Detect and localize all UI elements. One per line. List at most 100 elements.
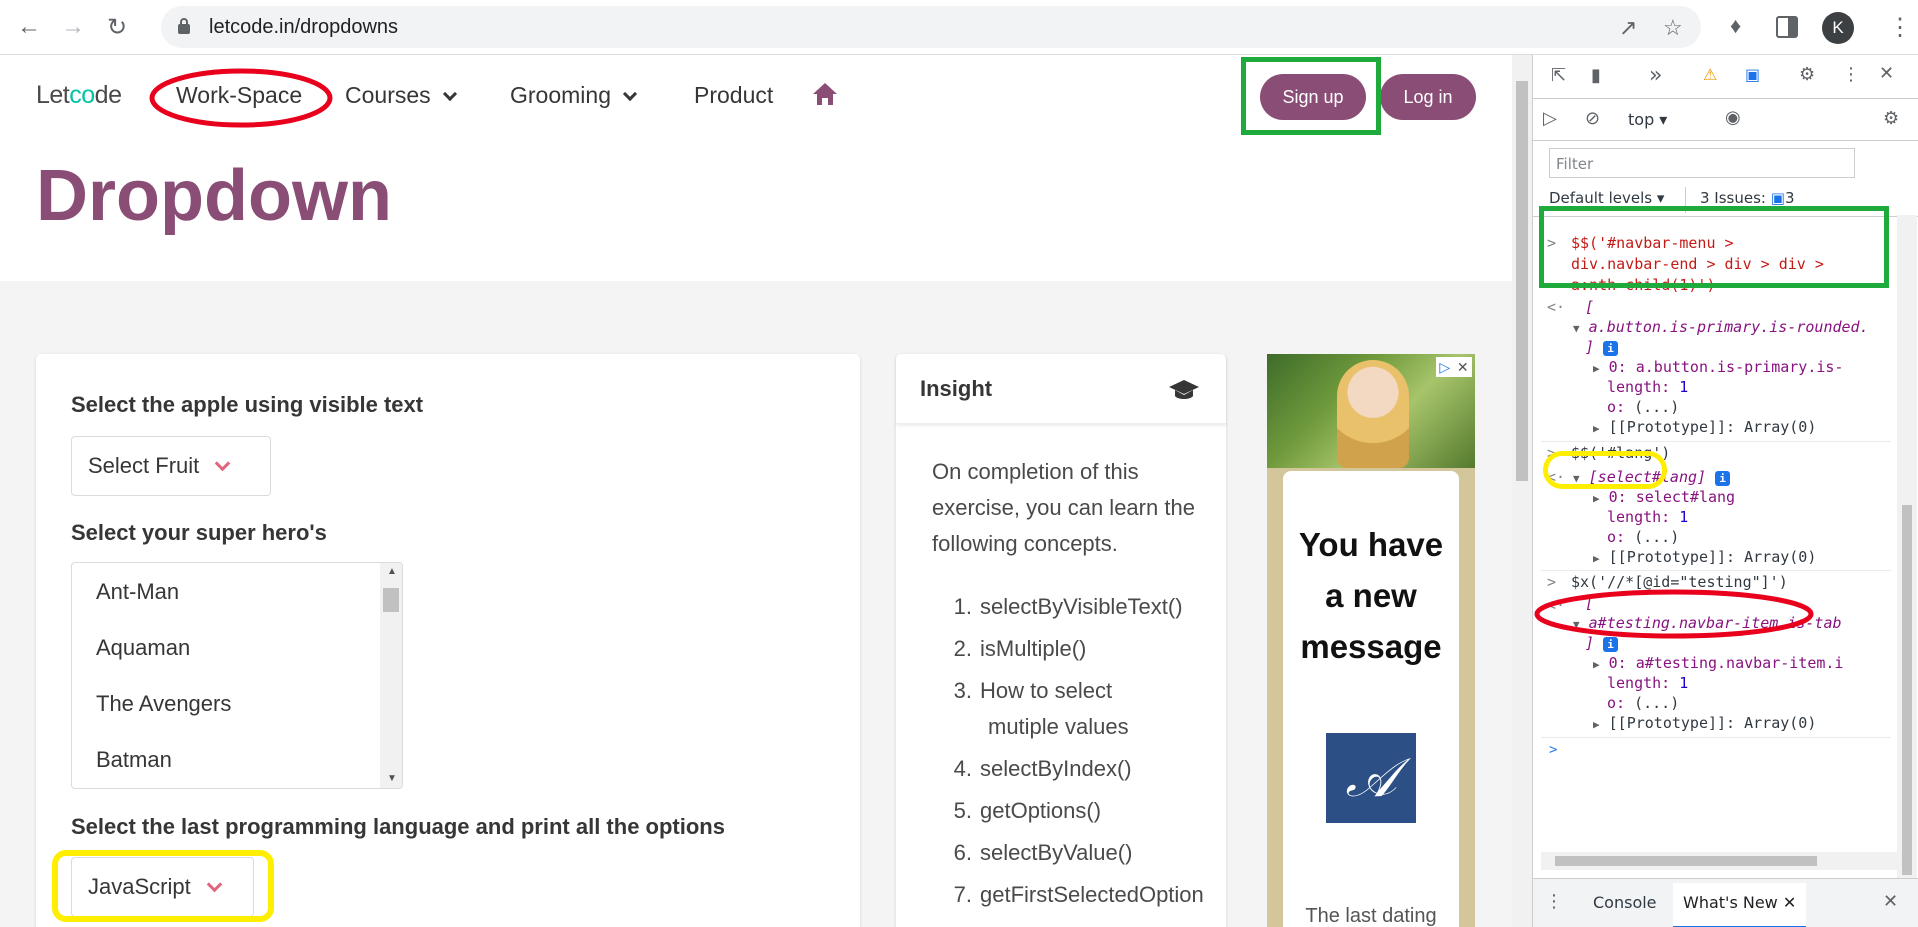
output-chevron-icon: <· — [1547, 468, 1566, 486]
graduation-cap-icon — [1169, 380, 1199, 399]
result-item[interactable]: ▶ 0: select#lang — [1593, 487, 1735, 509]
close-icon[interactable]: ✕ — [1879, 63, 1894, 84]
hero-label: Select your super hero's — [71, 520, 327, 545]
superhero-multiselect[interactable]: Ant-Man Aquaman The Avengers Batman ▲ ▼ — [71, 562, 403, 789]
ad-headline: You have a new message — [1298, 526, 1444, 665]
console-filter-input[interactable]: Filter — [1549, 148, 1855, 178]
result-bracket: [ — [1585, 594, 1595, 612]
concept-item: 3. How to select — [953, 678, 1113, 703]
result-getter[interactable]: o: (...) — [1607, 527, 1679, 547]
warning-icon[interactable]: ⚠ — [1703, 65, 1717, 84]
ad-teaser: The last dating — [1305, 905, 1437, 927]
home-icon[interactable] — [811, 81, 839, 107]
chevron-down-icon — [214, 455, 231, 471]
result-item[interactable]: ▶ 0: a#testing.navbar-item.i — [1593, 653, 1843, 675]
back-arrow-icon[interactable]: ← — [14, 12, 44, 42]
result-bracket: [ — [1585, 298, 1595, 316]
profile-avatar[interactable]: K — [1822, 12, 1854, 44]
log-in-button[interactable]: Log in — [1380, 74, 1476, 120]
console-prompt[interactable]: > — [1549, 740, 1557, 760]
result-expander[interactable]: ▼ a#testing.navbar-item.is-tab — [1573, 613, 1842, 635]
more-menu-icon[interactable]: ⋮ — [1888, 13, 1912, 42]
device-toolbar-icon[interactable]: ▮ — [1591, 65, 1601, 86]
extensions-icon[interactable]: ♦ — [1730, 13, 1741, 39]
star-icon[interactable]: ☆ — [1663, 15, 1683, 41]
concept-item: 5. getOptions() — [953, 798, 1102, 823]
output-chevron-icon: <· — [1547, 298, 1566, 316]
messages-icon[interactable]: ▣ — [1745, 65, 1760, 84]
result-length: length: 1 — [1607, 378, 1689, 396]
insight-card: Insight On completion of this exercise, … — [896, 354, 1226, 927]
result-getter[interactable]: o: (...) — [1607, 693, 1679, 713]
scrollbar-thumb[interactable] — [383, 588, 399, 612]
result-bracket: ] i — [1585, 337, 1619, 357]
list-option[interactable]: The Avengers — [96, 691, 231, 717]
scroll-up-icon[interactable]: ▲ — [387, 566, 397, 577]
ad-panel: You have a new message 𝒜 The last dating — [1283, 471, 1459, 927]
clear-console-icon[interactable]: ⊘ — [1585, 108, 1600, 129]
listbox-scrollbar[interactable]: ▲ ▼ — [380, 563, 402, 788]
concept-item: 1. selectByVisibleText() — [953, 594, 1183, 619]
console-scrollbar[interactable] — [1897, 215, 1917, 903]
side-panel-icon[interactable] — [1776, 16, 1798, 38]
close-icon[interactable]: ✕ — [1883, 891, 1898, 912]
language-select-value: JavaScript — [88, 874, 191, 899]
tab-whats-new[interactable]: What's New ✕ — [1673, 883, 1807, 927]
live-expression-icon[interactable]: ◉ — [1725, 107, 1741, 128]
scrollbar-thumb[interactable] — [1555, 856, 1817, 866]
console-command: $$('#navbar-menu > — [1571, 234, 1734, 252]
concept-item: 2. isMultiple() — [953, 636, 1087, 661]
nav-courses[interactable]: Courses — [345, 82, 457, 109]
console-hscrollbar[interactable] — [1541, 852, 1897, 870]
site-logo[interactable]: Letcode — [36, 81, 122, 110]
forward-arrow-icon[interactable]: → — [58, 12, 88, 42]
nav-work-space[interactable]: Work-Space — [176, 82, 302, 109]
scroll-down-icon[interactable]: ▼ — [387, 773, 397, 784]
share-icon[interactable]: ↗ — [1619, 15, 1637, 41]
result-length: length: 1 — [1607, 674, 1689, 692]
inspect-element-icon[interactable]: ⇱ — [1551, 65, 1566, 86]
result-prototype[interactable]: ▶ [[Prototype]]: Array(0) — [1593, 547, 1816, 569]
insight-title: Insight — [920, 376, 993, 401]
sidebar-toggle-icon[interactable]: ▷ — [1543, 108, 1557, 129]
more-tabs-icon[interactable]: » — [1649, 63, 1662, 88]
result-prototype[interactable]: ▶ [[Prototype]]: Array(0) — [1593, 417, 1816, 439]
list-option[interactable]: Ant-Man — [96, 579, 179, 605]
browser-toolbar: ← → ↻ letcode.in/dropdowns ↗ ☆ ♦ K ⋮ — [0, 0, 1918, 55]
scrollbar-thumb[interactable] — [1902, 505, 1912, 875]
concept-item: 6. selectByValue() — [953, 840, 1133, 865]
list-option[interactable]: Batman — [96, 747, 172, 773]
result-getter[interactable]: o: (...) — [1607, 397, 1679, 417]
context-selector[interactable]: top ▾ — [1628, 110, 1667, 129]
ad-choices-icon[interactable]: ▷ ✕ — [1436, 357, 1472, 377]
devtools-menu-icon[interactable]: ⋮ — [1842, 64, 1860, 85]
settings-gear-icon[interactable]: ⚙ — [1799, 64, 1815, 85]
page-scrollbar[interactable] — [1512, 55, 1532, 927]
nav-grooming[interactable]: Grooming — [510, 82, 638, 109]
console-command: $$('#lang') — [1571, 444, 1671, 462]
reload-icon[interactable]: ↻ — [102, 12, 132, 42]
concept-item: 4. selectByIndex() — [953, 756, 1132, 781]
list-option[interactable]: Aquaman — [96, 635, 190, 661]
result-bracket: ] i — [1585, 633, 1619, 653]
drawer-menu-icon[interactable]: ⋮ — [1545, 891, 1563, 912]
output-chevron-icon: <· — [1547, 596, 1566, 614]
fruit-select[interactable]: Select Fruit — [71, 436, 271, 496]
input-chevron-icon: > — [1547, 444, 1557, 462]
result-item[interactable]: ▶ 0: a.button.is-primary.is- — [1593, 357, 1843, 379]
insight-intro: On completion of this exercise, you can … — [932, 459, 1195, 556]
result-expander[interactable]: ▼ a.button.is-primary.is-rounded. — [1573, 317, 1869, 339]
advertisement[interactable]: ▷ ✕ You have a new message 𝒜 The last dat… — [1267, 354, 1475, 927]
input-chevron-icon: > — [1547, 573, 1557, 591]
nav-product[interactable]: Product — [694, 82, 773, 109]
scrollbar-thumb[interactable] — [1516, 81, 1528, 481]
sign-up-button[interactable]: Sign up — [1260, 74, 1366, 120]
console-output: > $$('#navbar-menu > div.navbar-end > di… — [1541, 205, 1891, 865]
result-prototype[interactable]: ▶ [[Prototype]]: Array(0) — [1593, 713, 1816, 735]
tab-console[interactable]: Console — [1593, 893, 1657, 912]
result-expander[interactable]: ▼ [select#lang] i — [1573, 467, 1731, 489]
console-command: a:nth-child(1)') — [1571, 276, 1716, 294]
address-bar[interactable]: letcode.in/dropdowns ↗ ☆ — [161, 6, 1701, 48]
language-select[interactable]: JavaScript — [71, 857, 254, 917]
console-settings-icon[interactable]: ⚙ — [1883, 108, 1899, 129]
